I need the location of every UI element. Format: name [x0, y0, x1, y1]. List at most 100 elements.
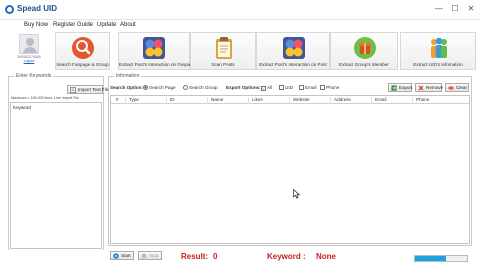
checkbox-icon — [279, 85, 284, 90]
extract-group-member-button[interactable]: Extract Group's Member — [330, 32, 398, 70]
export-uid-checkbox[interactable]: UID — [279, 85, 293, 90]
keywords-note: Maximum = 100.000 lines, Line Import Fil… — [11, 96, 79, 100]
logout-link[interactable]: Logout — [14, 59, 44, 63]
export-option-group: Export Options: — [226, 85, 261, 90]
menu-guide[interactable]: Guide — [77, 22, 93, 28]
extract-post-interaction-post-button[interactable]: Extract Post's Interaction on Post — [256, 32, 330, 70]
export-uid-label: UID — [285, 85, 293, 90]
search-page-radio[interactable]: Search Page — [143, 85, 176, 90]
column-header-index[interactable]: # — [113, 97, 119, 104]
app-logo-icon — [5, 5, 14, 14]
search-group-radio[interactable]: Search Group — [183, 85, 218, 90]
information-legend: Infomation — [114, 73, 142, 79]
title-bar: Spead UID — ☐ ✕ — [0, 0, 480, 20]
search-option-group: Search Option: — [110, 85, 143, 90]
search-fanpage-group-button[interactable]: Search Fanpage & Group — [55, 32, 110, 70]
clipboard-icon — [216, 37, 232, 59]
status-bar: Start Stop Result: 0 Keyword : None — [0, 250, 480, 270]
checkbox-icon — [299, 85, 304, 90]
export-all-checkbox[interactable]: ✓ All — [261, 85, 272, 91]
toolbar: 100002274449 Logout Search Fanpage & Gro… — [0, 32, 480, 70]
group-icon — [354, 37, 376, 59]
app-title: Spead UID — [17, 4, 58, 13]
info-clear-button[interactable]: Clear — [445, 83, 469, 92]
extract-post-interaction-fanpage-button[interactable]: Extract Post's Interaction on Fanpage — [118, 32, 196, 70]
column-header-email[interactable]: Email — [371, 97, 387, 104]
search-option-label: Search Option: — [110, 85, 143, 90]
menu-about[interactable]: About — [120, 22, 136, 28]
keywords-textarea-value: Keyword — [13, 105, 31, 110]
search-group-label: Search Group — [189, 85, 218, 90]
remove-icon — [418, 85, 424, 91]
avatar — [19, 34, 39, 54]
keywords-panel: Enter Keywords Import Text File Maximum … — [8, 73, 109, 262]
stop-label: Stop — [149, 253, 159, 258]
magnifier-icon — [72, 37, 94, 59]
tool-label: Extract Post's Interaction on Fanpage — [119, 62, 196, 67]
checkbox-icon — [320, 85, 325, 90]
radio-selected-icon — [143, 85, 148, 90]
menu-update[interactable]: Update — [97, 22, 116, 28]
export-all-label: All — [267, 85, 273, 90]
extract-uid-information-button[interactable]: Extract UID's Infomation — [400, 32, 476, 70]
reaction-icon — [143, 37, 165, 59]
menu-register[interactable]: Register — [53, 22, 75, 28]
checkbox-checked-icon: ✓ — [261, 86, 266, 91]
export-email-label: Email — [305, 85, 317, 90]
maximize-icon[interactable]: ☐ — [449, 3, 461, 15]
progress-bar — [414, 255, 468, 262]
export-phone-checkbox[interactable]: Phone — [320, 85, 339, 90]
keyword-label: Keyword : — [267, 252, 306, 261]
column-header-name[interactable]: Name — [207, 97, 223, 104]
keyword-value: None — [316, 252, 336, 261]
tool-label: Scan Posts — [211, 62, 235, 67]
results-table-header: # Type ID Name Likes Website Address Ema… — [111, 96, 469, 104]
tool-label: Search Fanpage & Group — [56, 62, 109, 67]
close-icon[interactable]: ✕ — [465, 3, 477, 15]
radio-icon — [183, 85, 188, 90]
remove-button[interactable]: Remove — [415, 83, 444, 92]
column-header-phone[interactable]: Phone — [412, 97, 471, 104]
stop-icon — [141, 253, 147, 259]
play-icon — [113, 253, 119, 259]
menu-bar: Buy Now Register Guide Update About — [0, 20, 480, 32]
export-icon — [391, 85, 397, 91]
results-table[interactable]: # Type ID Name Likes Website Address Ema… — [110, 95, 470, 244]
export-button[interactable]: Export — [388, 83, 412, 92]
result-value: 0 — [213, 252, 218, 261]
export-label: Export — [399, 85, 413, 90]
search-page-label: Search Page — [149, 85, 176, 90]
keywords-legend: Enter Keywords — [14, 73, 54, 79]
progress-fill — [415, 256, 447, 261]
info-clear-label: Clear — [456, 85, 467, 90]
start-label: Start — [121, 253, 131, 258]
start-button[interactable]: Start — [110, 251, 134, 260]
column-header-address[interactable]: Address — [330, 97, 351, 104]
minimize-icon[interactable]: — — [433, 3, 445, 15]
column-header-likes[interactable]: Likes — [248, 97, 263, 104]
scan-posts-button[interactable]: Scan Posts — [190, 32, 256, 70]
information-panel: Infomation Search Option: Search Page Se… — [108, 73, 472, 246]
tool-label: Extract UID's Infomation — [413, 62, 463, 67]
stop-button[interactable]: Stop — [138, 251, 162, 260]
export-email-checkbox[interactable]: Email — [299, 85, 317, 90]
result-label: Result: — [181, 252, 209, 261]
column-header-website[interactable]: Website — [289, 97, 310, 104]
menu-buy-now[interactable]: Buy Now — [24, 22, 48, 28]
mouse-cursor-icon — [293, 189, 300, 199]
tool-label: Extract Post's Interaction on Post — [259, 62, 327, 67]
column-header-type[interactable]: Type — [125, 97, 139, 104]
eraser-icon — [448, 86, 454, 90]
file-icon — [70, 87, 76, 93]
export-option-label: Export Options: — [226, 85, 261, 90]
import-text-file-label: Import Text File — [78, 87, 110, 92]
reaction-post-icon — [283, 37, 305, 59]
tool-label: Extract Group's Member — [339, 62, 389, 67]
people-info-icon — [431, 37, 447, 58]
column-header-id[interactable]: ID — [166, 97, 175, 104]
export-phone-label: Phone — [326, 85, 340, 90]
keywords-textarea[interactable]: Keyword — [10, 102, 102, 249]
remove-label: Remove — [426, 85, 444, 90]
profile: 100002274449 Logout — [14, 34, 44, 70]
import-text-file-button[interactable]: Import Text File — [67, 85, 109, 94]
